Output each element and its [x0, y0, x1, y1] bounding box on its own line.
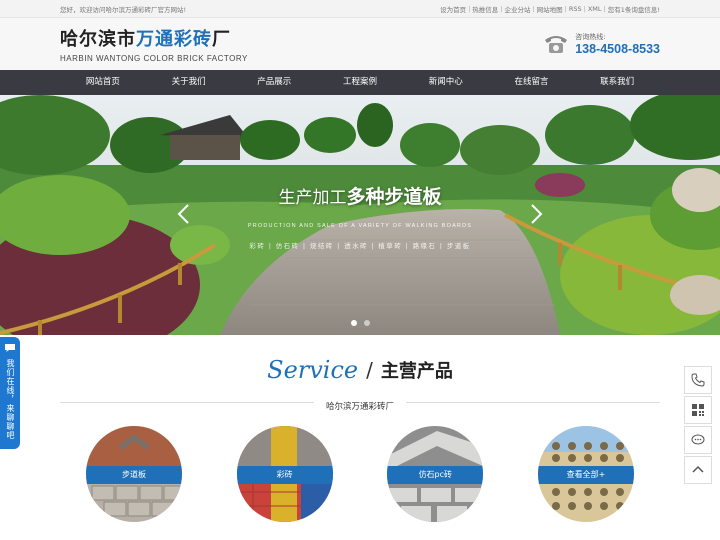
online-chat-tab[interactable]: 我们在线，来聊聊吧: [0, 337, 20, 449]
nav-news[interactable]: 新闻中心: [403, 70, 489, 95]
logo[interactable]: 哈尔滨市万通彩砖厂 HARBIN WANTONG COLOR BRICK FAC…: [60, 25, 248, 63]
service-subtitle: 哈尔滨万通彩砖厂: [313, 402, 406, 412]
link-sitemap[interactable]: 网站地图: [537, 4, 563, 14]
hotline-label: 咨询热线:: [575, 33, 606, 41]
telephone-icon: [543, 33, 569, 55]
main-nav: 网站首页 关于我们 产品展示 工程案例 新闻中心 在线留言 联系我们: [0, 70, 720, 95]
phone-icon[interactable]: [684, 366, 712, 394]
banner-next-icon[interactable]: [528, 203, 544, 225]
product-label: 仿石pc砖: [387, 466, 484, 484]
online-chat-text: 我们在线，来聊聊吧: [6, 359, 15, 440]
service-title-cn: 主营产品: [380, 361, 453, 382]
nav-about[interactable]: 关于我们: [146, 70, 232, 95]
nav-home[interactable]: 网站首页: [60, 70, 146, 95]
service-slash: /: [366, 358, 373, 382]
nav-contact[interactable]: 联系我们: [574, 70, 660, 95]
product-label: 彩砖: [236, 466, 333, 484]
chat-icon[interactable]: [684, 426, 712, 454]
chat-bubble-icon: [4, 343, 16, 353]
top-bar: 您好，欢迎访问哈尔滨万通彩砖厂官方网站! 设为首页 | 热推信息 | 企业分站 | 网…: [0, 0, 720, 18]
nav-products[interactable]: 产品展示: [231, 70, 317, 95]
product-list: 步道板 彩砖 仿石pc砖 查看全部+: [60, 426, 660, 522]
banner-dot-1[interactable]: [350, 320, 357, 326]
right-toolbar: [684, 366, 712, 486]
site-header: 哈尔滨市万通彩砖厂 HARBIN WANTONG COLOR BRICK FAC…: [0, 18, 720, 70]
link-xml[interactable]: XML: [588, 5, 602, 13]
link-hot-info[interactable]: 热推信息: [472, 4, 498, 14]
logo-cn: 哈尔滨市万通彩砖厂: [60, 29, 231, 50]
service-title-en: Service: [267, 356, 359, 384]
nav-cases[interactable]: 工程案例: [317, 70, 403, 95]
hotline: 咨询热线: 138-4508-8533: [543, 32, 660, 56]
nav-message[interactable]: 在线留言: [489, 70, 575, 95]
banner-subtitle: PRODUCTION AND SALE OF A VARIETY OF WALK…: [247, 223, 473, 229]
product-item-walkway-board[interactable]: 步道板: [86, 426, 182, 522]
service-subtitle-row: 哈尔滨万通彩砖厂: [60, 394, 660, 412]
banner-image: [0, 95, 720, 335]
service-heading: Service / 主营产品: [0, 354, 720, 386]
link-rss[interactable]: RSS: [569, 5, 582, 13]
link-sub-sites[interactable]: 企业分站: [504, 4, 530, 14]
arrow-up-icon[interactable]: [684, 456, 712, 484]
top-links: 设为首页 | 热推信息 | 企业分站 | 网站地图 | RSS | XML | 您有1条询盘…: [440, 4, 660, 14]
product-item-view-all[interactable]: 查看全部+: [537, 426, 634, 522]
banner-prev-icon[interactable]: [176, 203, 192, 225]
product-label: 步道板: [86, 466, 182, 484]
banner-title: 生产加工多种步道板: [278, 186, 442, 208]
logo-en: HARBIN WANTONG COLOR BRICK FACTORY: [60, 54, 248, 63]
link-set-home[interactable]: 设为首页: [440, 4, 466, 14]
link-inquiry[interactable]: 您有1条询盘信息!: [608, 4, 660, 14]
banner-dot-2[interactable]: [363, 320, 370, 326]
product-item-color-brick[interactable]: 彩砖: [236, 426, 333, 522]
hero-banner[interactable]: 生产加工多种步道板 PRODUCTION AND SALE OF A VARIE…: [0, 95, 720, 335]
hotline-number: 138-4508-8533: [575, 42, 660, 56]
banner-dots: [0, 320, 720, 326]
qrcode-icon[interactable]: [684, 396, 712, 424]
welcome-text: 您好，欢迎访问哈尔滨万通彩砖厂官方网站!: [60, 6, 187, 14]
product-label: 查看全部+: [537, 466, 634, 484]
banner-tags: 彩砖 | 仿石砖 | 烧结砖 | 透水砖 | 植草砖 | 路缘石 | 步道板: [249, 242, 471, 250]
product-item-imitation-stone[interactable]: 仿石pc砖: [387, 426, 484, 522]
